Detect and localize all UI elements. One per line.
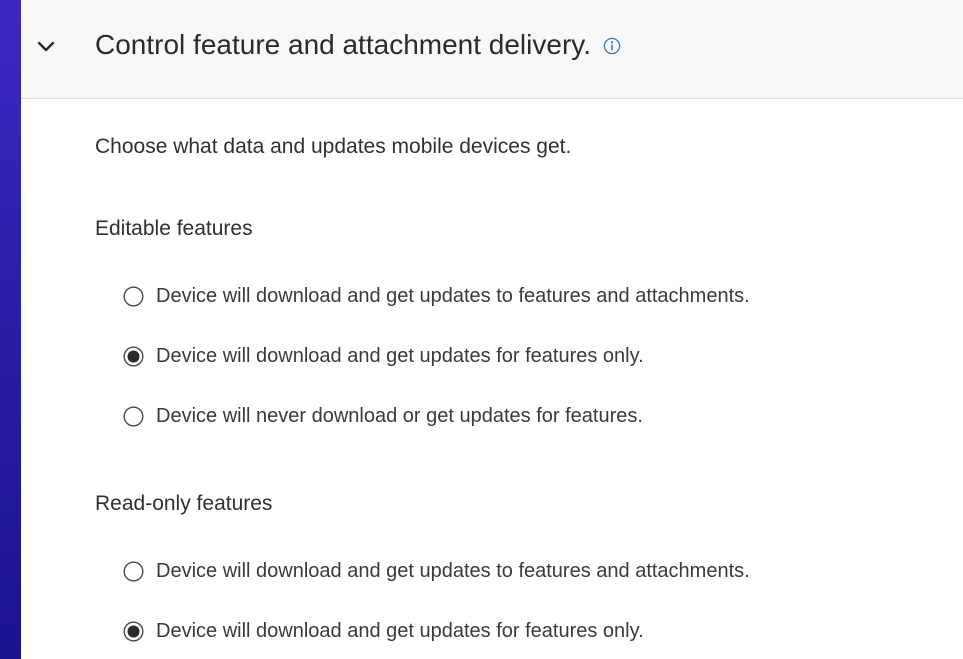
read-only-features-heading: Read-only features bbox=[95, 492, 273, 515]
radio-checked-icon[interactable] bbox=[123, 620, 144, 642]
section-header[interactable]: Control feature and attachment delivery. bbox=[21, 0, 963, 99]
read-only-option-features-only[interactable]: Device will download and get updates for… bbox=[123, 616, 644, 646]
section-description: Choose what data and updates mobile devi… bbox=[95, 135, 572, 158]
info-icon[interactable] bbox=[603, 37, 621, 55]
section-title: Control feature and attachment delivery. bbox=[95, 27, 621, 63]
option-label: Device will never download or get update… bbox=[156, 405, 643, 427]
option-label: Device will download and get updates for… bbox=[156, 620, 644, 642]
radio-unchecked-icon[interactable] bbox=[123, 285, 144, 307]
read-only-option-features-and-attachments[interactable]: Device will download and get updates to … bbox=[123, 556, 750, 586]
option-label: Device will download and get updates to … bbox=[156, 285, 750, 307]
option-label: Device will download and get updates to … bbox=[156, 560, 750, 582]
editable-option-never[interactable]: Device will never download or get update… bbox=[123, 401, 643, 431]
radio-unchecked-icon[interactable] bbox=[123, 560, 144, 582]
section-title-text: Control feature and attachment delivery. bbox=[95, 29, 591, 60]
editable-option-features-and-attachments[interactable]: Device will download and get updates to … bbox=[123, 281, 750, 311]
feature-delivery-panel: Control feature and attachment delivery.… bbox=[21, 0, 963, 659]
option-label: Device will download and get updates for… bbox=[156, 345, 644, 367]
editable-option-features-only[interactable]: Device will download and get updates for… bbox=[123, 341, 644, 371]
chevron-down-icon[interactable] bbox=[37, 38, 55, 56]
editable-features-heading: Editable features bbox=[95, 217, 253, 240]
radio-checked-icon[interactable] bbox=[123, 345, 144, 367]
radio-unchecked-icon[interactable] bbox=[123, 405, 144, 427]
